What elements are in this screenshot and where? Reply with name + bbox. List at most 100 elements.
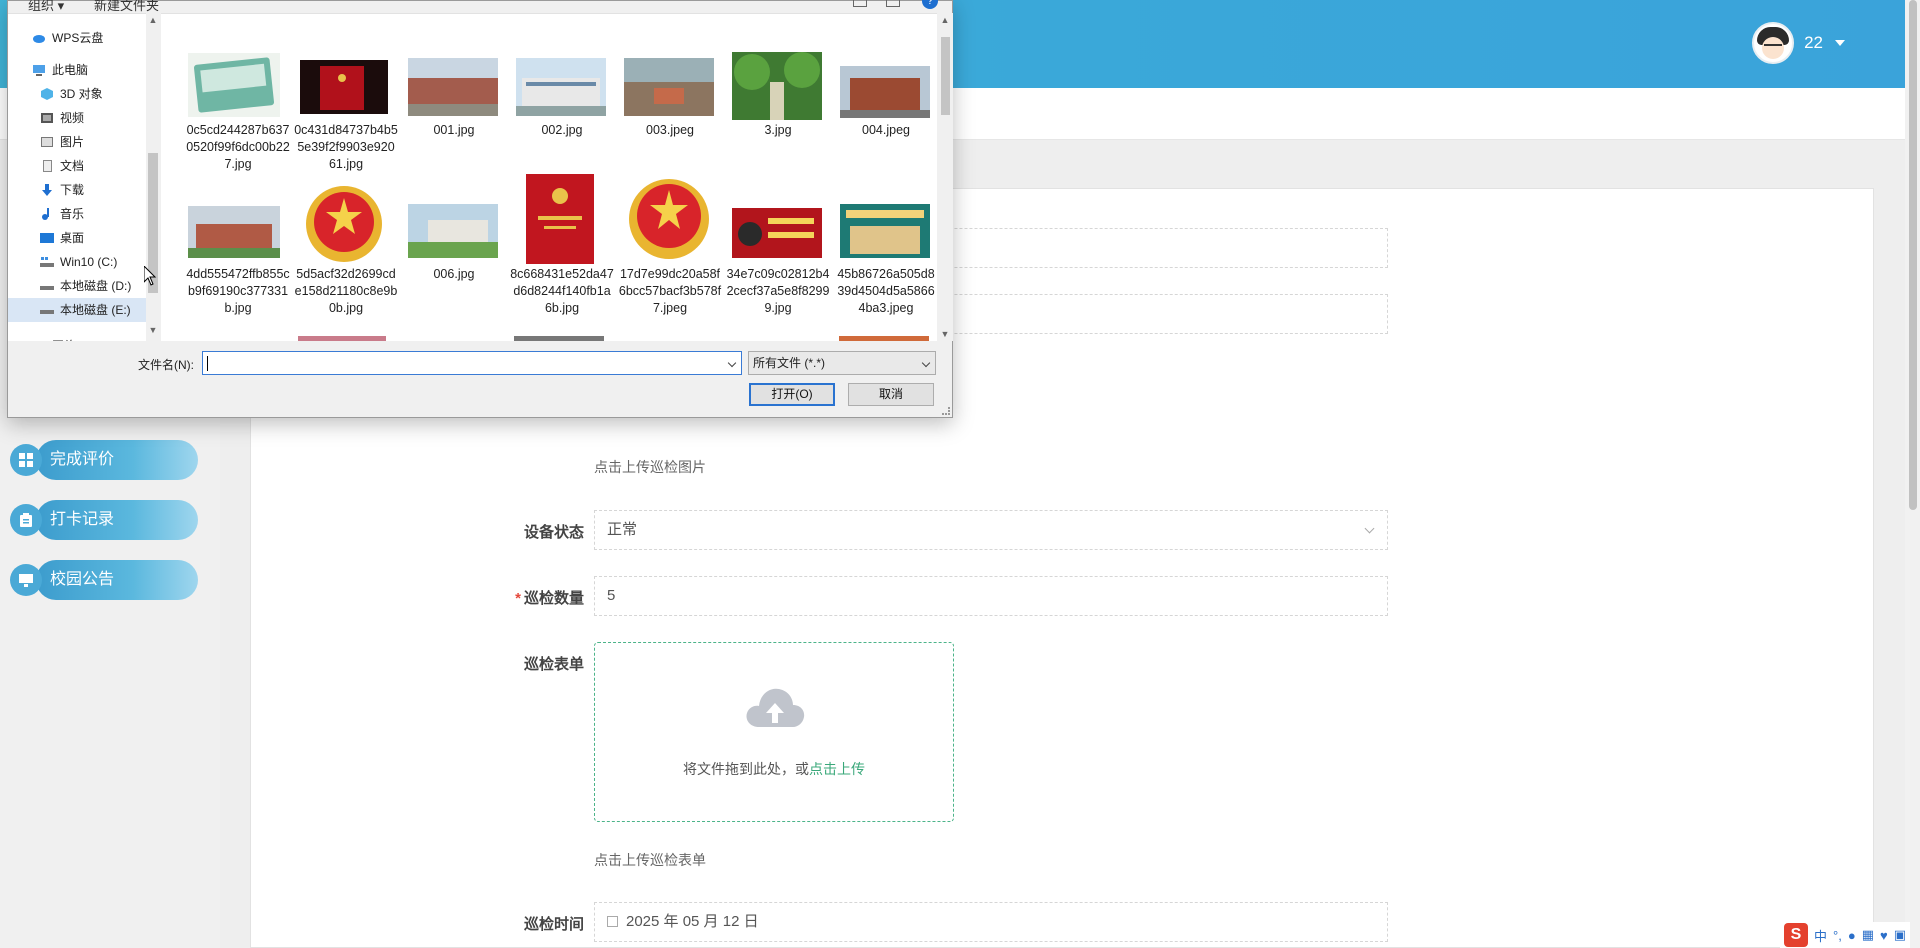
sidebar-item-label[interactable]: 打卡记录 bbox=[36, 500, 198, 540]
tree-item-label: 音乐 bbox=[60, 207, 85, 221]
sogou-icon[interactable]: S bbox=[1784, 923, 1808, 947]
filename-input[interactable] bbox=[202, 351, 742, 375]
file-thumbnail bbox=[300, 60, 388, 114]
filetype-value: 所有文件 (*.*) bbox=[753, 356, 826, 370]
tree-item-label: Win10 (C:) bbox=[60, 255, 118, 269]
scroll-up-icon[interactable]: ▲ bbox=[940, 15, 950, 25]
user-avatar[interactable] bbox=[1752, 22, 1795, 64]
file-thumbnail bbox=[624, 174, 714, 264]
skin-icon[interactable]: ♥ bbox=[1880, 928, 1888, 943]
file-name: 0c431d84737b4b55e39f2f9903e92061.jpg bbox=[294, 123, 398, 171]
toolbox-icon[interactable]: ▣ bbox=[1894, 927, 1906, 943]
ime-tray: S 中 °, ● ▦ ♥ ▣ bbox=[1780, 922, 1910, 948]
tree-item-documents[interactable]: 文档 bbox=[8, 154, 150, 178]
calendar-icon bbox=[607, 916, 618, 927]
microphone-icon[interactable]: ● bbox=[1848, 928, 1856, 943]
file-thumbnail bbox=[526, 174, 594, 264]
sidebar-item-announcement[interactable]: 校园公告 bbox=[10, 560, 198, 600]
preview-pane-icon[interactable] bbox=[886, 0, 900, 7]
sidebar-item-label[interactable]: 校园公告 bbox=[36, 560, 198, 600]
download-icon bbox=[42, 184, 52, 196]
tree-item-3d[interactable]: 3D 对象 bbox=[8, 82, 150, 106]
filetype-select[interactable]: 所有文件 (*.*) bbox=[748, 351, 936, 375]
tree-item-downloads[interactable]: 下载 bbox=[8, 178, 150, 202]
text-cursor bbox=[207, 356, 208, 371]
file-thumbnail bbox=[408, 58, 498, 116]
tree-item-drive-e[interactable]: 本地磁盘 (E:) bbox=[8, 298, 150, 322]
tree-item-this-pc[interactable]: 此电脑 bbox=[8, 58, 150, 82]
file-name: 004.jpeg bbox=[862, 123, 910, 137]
file-thumbnail-partial bbox=[298, 336, 386, 341]
inspection-count-input[interactable]: 5 bbox=[594, 576, 1388, 616]
inspection-count-label-text: 巡检数量 bbox=[523, 590, 584, 607]
inspection-time-value: 2025 年 05 月 12 日 bbox=[626, 913, 759, 930]
file-thumbnail bbox=[840, 66, 930, 118]
drive-icon bbox=[40, 286, 54, 290]
file-thumbnail bbox=[732, 208, 822, 258]
cancel-button[interactable]: 取消 bbox=[848, 383, 934, 406]
upload-link[interactable]: 点击上传 bbox=[809, 761, 865, 777]
tree-item-pictures[interactable]: 图片 bbox=[8, 130, 150, 154]
keyboard-icon[interactable]: ▦ bbox=[1862, 927, 1874, 943]
tree-item-drive-c[interactable]: Win10 (C:) bbox=[8, 250, 150, 274]
file-name: 3.jpg bbox=[764, 123, 792, 137]
drive-c-icon bbox=[40, 257, 54, 267]
file-list-scrollbar[interactable]: ▲ ▼ bbox=[938, 13, 953, 341]
device-status-value: 正常 bbox=[607, 521, 638, 538]
file-name: 17d7e99dc20a58f6bcc57bacf3b578f7.jpeg bbox=[618, 267, 722, 315]
tree-item-wps[interactable]: WPS云盘 bbox=[8, 26, 150, 50]
file-open-dialog: 组织 ▾ 新建文件夹 ? WPS云盘 此电脑 3D 对象 视频 图片 文档 下载… bbox=[7, 0, 953, 418]
sidebar-item-checkin[interactable]: 打卡记录 bbox=[10, 500, 198, 540]
user-menu[interactable]: 22 bbox=[1752, 22, 1845, 64]
tree-item-desktop[interactable]: 桌面 bbox=[8, 226, 150, 250]
upload-dropzone[interactable]: 将文件拖到此处，或点击上传 bbox=[594, 642, 954, 822]
file-thumbnail bbox=[624, 58, 714, 116]
punctuation-icon[interactable]: °, bbox=[1833, 928, 1842, 943]
resize-grip-icon[interactable] bbox=[942, 407, 950, 415]
user-name[interactable]: 22 bbox=[1804, 33, 1823, 53]
file-thumbnail bbox=[188, 53, 280, 117]
file-thumbnail bbox=[840, 204, 930, 258]
tree-item-network[interactable]: 网络 bbox=[8, 334, 150, 341]
monitor-icon bbox=[10, 564, 42, 596]
device-status-select[interactable]: 正常 bbox=[594, 510, 1388, 550]
file-name: 0c5cd244287b6370520f99f6dc00b227.jpg bbox=[186, 123, 290, 171]
file-name: 003.jpeg bbox=[646, 123, 694, 137]
video-icon bbox=[41, 113, 53, 123]
inspection-time-input[interactable]: 2025 年 05 月 12 日 bbox=[594, 902, 1388, 942]
tree-item-label: 本地磁盘 (E:) bbox=[60, 303, 131, 317]
tree-item-music[interactable]: 音乐 bbox=[8, 202, 150, 226]
help-icon[interactable]: ? bbox=[922, 0, 938, 9]
chevron-down-icon[interactable] bbox=[1835, 40, 1845, 46]
clipboard-icon bbox=[10, 504, 42, 536]
tree-item-videos[interactable]: 视频 bbox=[8, 106, 150, 130]
open-button[interactable]: 打开(O) bbox=[749, 383, 835, 406]
cloud-icon bbox=[33, 35, 45, 43]
inspection-form-hint: 点击上传巡检表单 bbox=[594, 852, 706, 868]
tree-item-drive-d[interactable]: 本地磁盘 (D:) bbox=[8, 274, 150, 298]
new-folder-button[interactable]: 新建文件夹 bbox=[94, 0, 159, 14]
file-thumbnail bbox=[300, 182, 388, 266]
file-name: 45b86726a505d839d4504d5a58664ba3.jpeg bbox=[837, 267, 935, 315]
dialog-toolbar: 组织 ▾ 新建文件夹 ? bbox=[8, 0, 952, 14]
scroll-down-icon[interactable]: ▼ bbox=[940, 329, 950, 339]
organize-menu[interactable]: 组织 ▾ bbox=[28, 0, 64, 14]
picture-icon bbox=[41, 137, 53, 147]
ime-mode[interactable]: 中 bbox=[1814, 926, 1827, 945]
scroll-down-icon[interactable]: ▼ bbox=[148, 325, 158, 339]
scroll-up-icon[interactable]: ▲ bbox=[148, 15, 158, 29]
inspection-count-value: 5 bbox=[607, 587, 616, 604]
tree-scrollbar[interactable]: ▲ ▼ bbox=[146, 13, 160, 341]
tree-item-label: 图片 bbox=[60, 135, 85, 149]
sidebar-item-label[interactable]: 完成评价 bbox=[36, 440, 198, 480]
tree-item-label: 3D 对象 bbox=[60, 87, 103, 101]
view-mode-icon[interactable] bbox=[853, 0, 867, 7]
cube-icon bbox=[41, 88, 53, 100]
chevron-down-icon[interactable] bbox=[727, 358, 737, 368]
file-list-scrollbar-thumb[interactable] bbox=[941, 37, 950, 115]
network-icon bbox=[32, 340, 46, 341]
document-icon bbox=[43, 160, 52, 172]
sidebar-item-evaluation[interactable]: 完成评价 bbox=[10, 440, 198, 480]
page-scrollbar[interactable] bbox=[1905, 0, 1920, 948]
page-scrollbar-thumb[interactable] bbox=[1909, 0, 1917, 510]
